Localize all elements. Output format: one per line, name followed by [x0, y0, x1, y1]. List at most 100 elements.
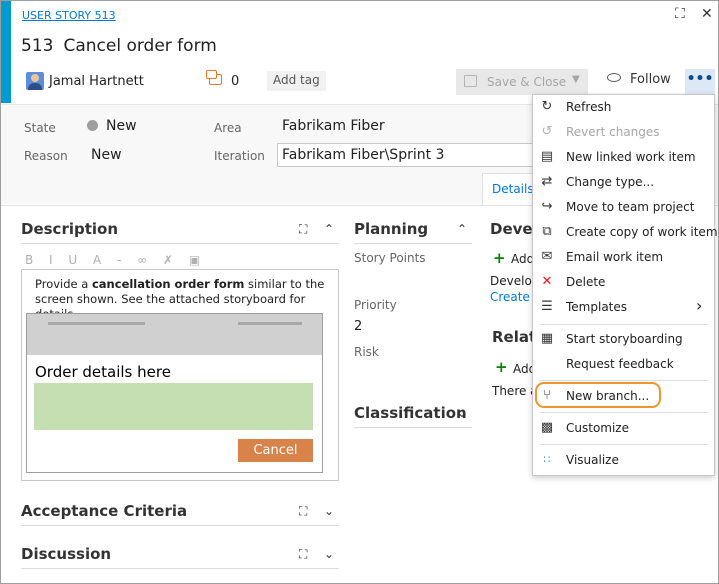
menu-item-label: Create copy of work item...	[566, 225, 719, 239]
acceptance-divider	[21, 525, 339, 526]
chevron-down-icon[interactable]: ⌄	[324, 504, 334, 518]
menu-item-start-storyboarding[interactable]: ▦ Start storyboarding	[533, 327, 714, 352]
save-close-button[interactable]: Save & Close ▼	[456, 69, 588, 95]
copy-icon: ⧉	[542, 224, 552, 239]
menu-item-revert-changes[interactable]: ↺ Revert changes	[533, 120, 714, 145]
comment-count: 0	[231, 74, 240, 89]
storyboard-line	[238, 322, 302, 325]
email-icon: ✉	[541, 249, 553, 264]
revert-icon: ↺	[541, 124, 553, 139]
menu-item-create-copy[interactable]: ⧉ Create copy of work item...	[533, 220, 718, 245]
add-icon[interactable]: +	[493, 249, 506, 267]
menu-item-label: Move to team project	[566, 200, 695, 214]
menu-item-customize[interactable]: ▩ Customize	[533, 416, 714, 441]
menu-item-label: Revert changes	[566, 125, 660, 139]
menu-item-label: Start storyboarding	[566, 332, 683, 346]
work-item-color-bar	[1, 1, 11, 103]
more-actions-button[interactable]: •••	[685, 69, 715, 95]
new-branch-highlight	[535, 382, 661, 408]
reason-label: Reason	[24, 149, 68, 163]
storyboard-header	[27, 314, 322, 355]
description-text-bold: cancellation order form	[91, 277, 245, 291]
menu-item-label: New linked work item	[566, 150, 696, 164]
work-item-form: USER STORY 513 513 Cancel order form ⛶ ✕ …	[0, 0, 719, 584]
new-linked-icon: ▤	[540, 149, 554, 164]
iteration-value: Fabrikam Fiber\Sprint 3	[282, 147, 445, 163]
chevron-right-icon: ›	[696, 296, 703, 315]
change-type-icon: ⇄	[541, 174, 553, 189]
add-icon[interactable]: +	[495, 358, 508, 376]
risk-label: Risk	[354, 345, 379, 359]
acceptance-criteria-title[interactable]: Acceptance Criteria	[21, 502, 187, 520]
storyboard-line	[48, 322, 145, 325]
related-empty-text: There a	[492, 384, 538, 398]
development-add-label[interactable]: Add	[511, 252, 534, 266]
description-text-pre: Provide a	[35, 277, 92, 291]
eye-icon	[607, 73, 621, 82]
menu-item-label: Request feedback	[566, 357, 674, 371]
follow-button[interactable]: Follow	[607, 72, 671, 87]
menu-item-refresh[interactable]: ↻ Refresh	[533, 95, 714, 120]
menu-item-new-linked-work-item[interactable]: ▤ New linked work item	[533, 145, 714, 170]
menu-item-templates[interactable]: ☰ Templates ›	[533, 295, 714, 320]
move-icon: ↪	[541, 199, 553, 214]
storyboard-content-area	[34, 383, 313, 430]
menu-separator	[539, 444, 709, 445]
visualize-icon: ∷	[543, 453, 551, 466]
iteration-field[interactable]: Fabrikam Fiber\Sprint 3	[277, 143, 539, 167]
discussion-icon[interactable]	[206, 70, 222, 85]
menu-item-label: Change type...	[566, 175, 655, 189]
add-tag-button[interactable]: Add tag	[267, 71, 326, 91]
rich-text-toolbar[interactable]: B I U A ‐ ∞ ✗ ▣	[25, 253, 206, 267]
templates-icon: ☰	[541, 299, 553, 314]
maximize-icon[interactable]: ⛶	[299, 504, 307, 519]
storyboard-title: Order details here	[35, 363, 171, 381]
maximize-icon[interactable]: ⛶	[675, 6, 685, 22]
priority-value[interactable]: 2	[354, 319, 362, 334]
chevron-up-icon[interactable]: ⌃	[457, 222, 467, 236]
chevron-up-icon[interactable]: ⌃	[324, 222, 334, 236]
area-value[interactable]: Fabrikam Fiber	[282, 118, 385, 134]
priority-label: Priority	[354, 298, 397, 312]
work-item-title-text[interactable]: Cancel order form	[63, 36, 216, 56]
discussion-divider	[21, 568, 339, 569]
close-icon[interactable]: ✕	[701, 6, 713, 22]
planning-divider	[354, 243, 472, 244]
work-item-type-link[interactable]: USER STORY 513	[22, 9, 116, 22]
customize-icon: ▩	[540, 420, 554, 435]
chevron-down-icon[interactable]: ⌄	[324, 547, 334, 561]
planning-title[interactable]: Planning	[354, 220, 428, 238]
avatar[interactable]	[26, 72, 44, 90]
formatting-icons[interactable]: B I U A ‐ ∞ ✗ ▣	[25, 253, 206, 267]
description-title[interactable]: Description	[21, 220, 118, 238]
save-icon	[464, 75, 477, 87]
state-indicator-icon	[87, 120, 98, 131]
menu-item-delete[interactable]: ✕ Delete	[533, 270, 714, 295]
iteration-label: Iteration	[214, 149, 265, 163]
assigned-to[interactable]: Jamal Hartnett	[49, 74, 144, 89]
storyboard-cancel-button: Cancel	[238, 439, 313, 462]
reason-value[interactable]: New	[91, 147, 122, 163]
description-divider	[21, 243, 339, 244]
menu-item-request-feedback[interactable]: Request feedback	[533, 352, 714, 377]
menu-item-visualize[interactable]: ∷ Visualize	[533, 448, 714, 473]
state-value[interactable]: New	[106, 118, 137, 134]
classification-divider	[354, 427, 472, 428]
maximize-icon[interactable]: ⛶	[299, 222, 307, 237]
menu-item-label: Visualize	[566, 453, 619, 467]
menu-item-move-to-team-project[interactable]: ↪ Move to team project	[533, 195, 714, 220]
form-header: USER STORY 513 513 Cancel order form ⛶ ✕ …	[1, 1, 718, 105]
menu-item-change-type[interactable]: ⇄ Change type...	[533, 170, 714, 195]
menu-item-label: Delete	[566, 275, 606, 289]
chevron-down-icon[interactable]: ▼	[572, 74, 580, 85]
classification-title[interactable]: Classification	[354, 404, 467, 422]
discussion-title[interactable]: Discussion	[21, 545, 111, 563]
tab-details[interactable]: Details	[482, 173, 534, 206]
maximize-icon[interactable]: ⛶	[299, 547, 307, 562]
chevron-down-icon[interactable]: ⌄	[457, 406, 467, 420]
menu-item-email-work-item[interactable]: ✉ Email work item	[533, 245, 714, 270]
delete-icon: ✕	[541, 274, 553, 289]
menu-separator	[539, 380, 709, 381]
story-points-label: Story Points	[354, 251, 426, 265]
work-item-title[interactable]: 513 Cancel order form	[21, 36, 217, 56]
